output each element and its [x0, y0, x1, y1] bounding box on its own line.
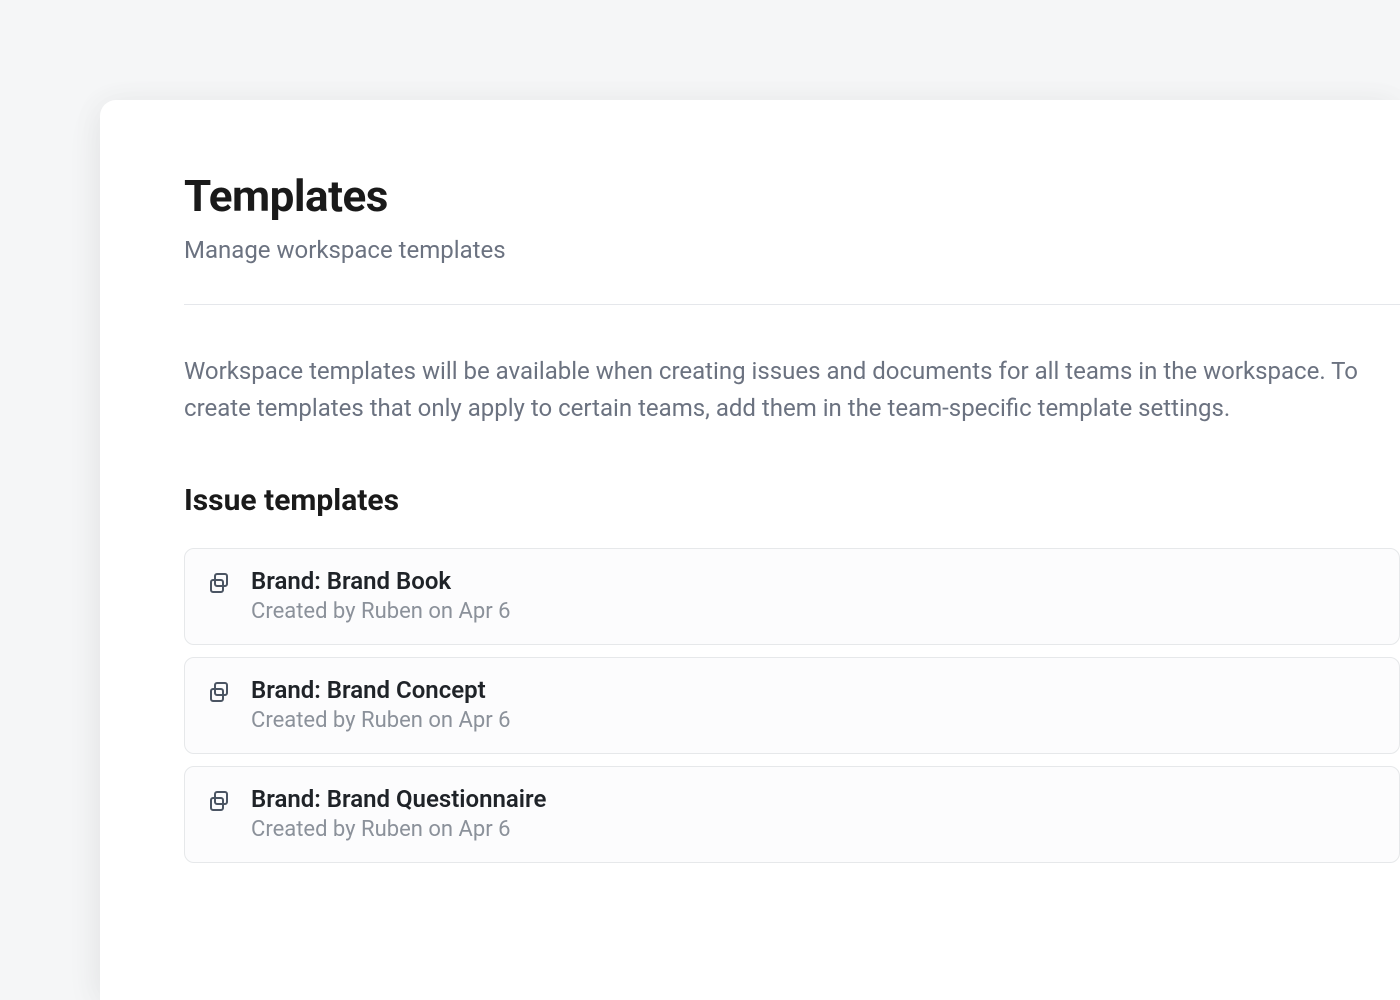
- template-text: Brand: Brand Book Created by Ruben on Ap…: [251, 567, 510, 624]
- template-meta: Created by Ruben on Apr 6: [251, 599, 510, 624]
- issue-templates-list: Brand: Brand Book Created by Ruben on Ap…: [184, 548, 1400, 863]
- template-item-brand-questionnaire[interactable]: Brand: Brand Questionnaire Created by Ru…: [184, 766, 1400, 863]
- page-title: Templates: [184, 170, 1400, 222]
- template-text: Brand: Brand Concept Created by Ruben on…: [251, 676, 510, 733]
- template-meta: Created by Ruben on Apr 6: [251, 708, 510, 733]
- template-text: Brand: Brand Questionnaire Created by Ru…: [251, 785, 546, 842]
- template-item-brand-book[interactable]: Brand: Brand Book Created by Ruben on Ap…: [184, 548, 1400, 645]
- template-meta: Created by Ruben on Apr 6: [251, 817, 546, 842]
- issue-templates-heading: Issue templates: [184, 483, 1400, 518]
- templates-card: Templates Manage workspace templates Wor…: [100, 100, 1400, 1000]
- template-icon: [207, 789, 231, 813]
- template-item-brand-concept[interactable]: Brand: Brand Concept Created by Ruben on…: [184, 657, 1400, 754]
- template-name: Brand: Brand Concept: [251, 676, 510, 704]
- header-divider: [184, 304, 1400, 305]
- template-icon: [207, 680, 231, 704]
- template-icon: [207, 571, 231, 595]
- page-subtitle: Manage workspace templates: [184, 236, 1400, 264]
- template-name: Brand: Brand Questionnaire: [251, 785, 546, 813]
- templates-description: Workspace templates will be available wh…: [184, 353, 1400, 427]
- template-name: Brand: Brand Book: [251, 567, 510, 595]
